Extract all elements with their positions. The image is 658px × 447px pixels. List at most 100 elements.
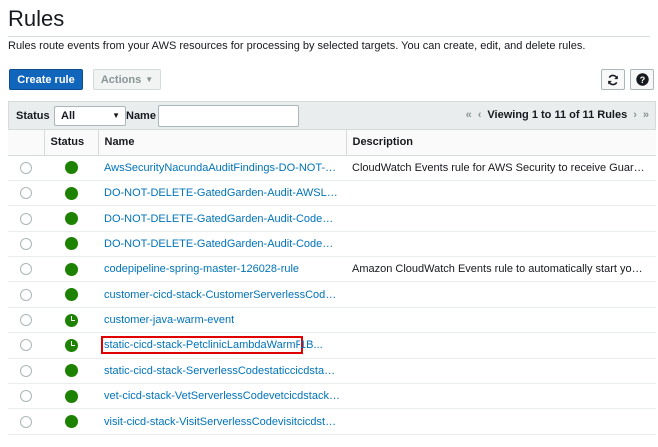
table-row[interactable]: AwsSecurityNacundaAuditFindings-DO-NOT-D… xyxy=(8,155,656,181)
status-cell xyxy=(44,231,98,258)
page-title: Rules xyxy=(8,6,65,31)
actions-dropdown-button[interactable]: Actions ▼ xyxy=(93,69,161,90)
table-row[interactable]: customer-cicd-stack-CustomerServerlessCo… xyxy=(8,281,656,308)
name-cell: vet-cicd-stack-VetServerlessCodevetcicds… xyxy=(98,383,346,410)
row-select-cell xyxy=(8,231,44,258)
filter-bar: Status All ▼ Name « ‹ Viewing 1 to 11 of… xyxy=(8,101,656,130)
enabled-status-icon xyxy=(64,389,78,403)
previous-page-icon[interactable]: ‹ xyxy=(478,109,482,121)
rule-name-link[interactable]: vet-cicd-stack-VetServerlessCodevetcicds… xyxy=(104,390,340,402)
row-radio[interactable] xyxy=(20,314,32,327)
enabled-status-icon xyxy=(64,211,78,225)
enabled-status-icon xyxy=(64,364,78,378)
status-cell xyxy=(44,332,98,359)
status-cell xyxy=(44,358,98,385)
status-filter-select[interactable]: All ▼ xyxy=(54,106,126,126)
status-filter-value: All xyxy=(61,110,76,122)
status-cell xyxy=(44,180,98,207)
refresh-button[interactable] xyxy=(601,69,625,90)
select-column-header xyxy=(8,130,45,156)
next-page-icon[interactable]: › xyxy=(633,109,637,121)
status-cell xyxy=(44,205,98,232)
first-page-icon[interactable]: « xyxy=(466,109,472,121)
status-filter-label: Status xyxy=(16,110,50,122)
pagination: « ‹ Viewing 1 to 11 of 11 Rules › » xyxy=(466,109,649,121)
row-select-cell xyxy=(8,256,44,283)
row-select-cell xyxy=(8,408,44,435)
create-rule-button[interactable]: Create rule xyxy=(9,69,83,90)
table-row[interactable]: static-cicd-stack-PetclinicLambdaWarmRul… xyxy=(8,332,656,359)
rule-name-link[interactable]: AwsSecurityNacundaAuditFindings-DO-NOT-D… xyxy=(104,162,340,174)
enabled-status-icon xyxy=(64,288,78,302)
rule-name-link[interactable]: customer-java-warm-event xyxy=(104,314,234,326)
row-radio[interactable] xyxy=(20,263,32,276)
rule-name-link[interactable]: static-cicd-stack-PetclinicLambdaWarmRul… xyxy=(101,336,303,355)
table-row[interactable]: DO-NOT-DELETE-GatedGarden-Audit-CodeBuil… xyxy=(8,205,656,232)
enabled-status-icon xyxy=(64,262,78,276)
enabled-status-icon xyxy=(64,415,78,429)
help-icon: ? xyxy=(635,73,649,86)
table-row[interactable]: visit-cicd-stack-VisitServerlessCodevisi… xyxy=(8,408,656,435)
description-cell xyxy=(346,281,656,308)
name-filter-label: Name xyxy=(126,110,156,122)
table-row[interactable]: static-cicd-stack-ServerlessCodestaticci… xyxy=(8,358,656,385)
row-select-cell xyxy=(8,307,44,334)
description-column-header[interactable]: Description xyxy=(346,130,656,156)
rule-name-link[interactable]: DO-NOT-DELETE-GatedGarden-Audit-CodeDepl… xyxy=(104,238,340,250)
row-radio[interactable] xyxy=(20,187,32,200)
row-radio[interactable] xyxy=(20,161,32,174)
row-radio[interactable] xyxy=(20,339,32,352)
status-cell xyxy=(44,281,98,308)
description-cell xyxy=(346,383,656,410)
row-radio[interactable] xyxy=(20,288,32,301)
enabled-status-icon xyxy=(64,186,78,200)
rule-name-tail: 1B... xyxy=(300,339,323,352)
name-cell: static-cicd-stack-PetclinicLambdaWarmRul… xyxy=(98,332,346,359)
name-cell: codepipeline-spring-master-126028-rule xyxy=(98,256,346,283)
description-cell xyxy=(346,307,656,334)
row-select-cell xyxy=(8,155,44,181)
row-radio[interactable] xyxy=(20,415,32,428)
help-button[interactable]: ? xyxy=(630,69,654,90)
rule-name-link[interactable]: codepipeline-spring-master-126028-rule xyxy=(104,263,299,275)
row-select-cell xyxy=(8,205,44,232)
row-radio[interactable] xyxy=(20,212,32,225)
row-radio[interactable] xyxy=(20,364,32,377)
description-cell xyxy=(346,358,656,385)
status-cell xyxy=(44,408,98,435)
status-cell xyxy=(44,307,98,334)
pagination-status: Viewing 1 to 11 of 11 Rules xyxy=(487,109,628,121)
name-filter-input[interactable] xyxy=(158,105,299,127)
status-column-header[interactable]: Status xyxy=(44,130,99,156)
description-cell xyxy=(346,205,656,232)
table-row[interactable]: vet-cicd-stack-VetServerlessCodevetcicds… xyxy=(8,383,656,410)
last-page-icon[interactable]: » xyxy=(643,109,649,121)
row-select-cell xyxy=(8,383,44,410)
name-cell: AwsSecurityNacundaAuditFindings-DO-NOT-D… xyxy=(98,155,346,181)
enabled-status-icon xyxy=(64,161,78,175)
description-cell xyxy=(346,231,656,258)
table-row[interactable]: DO-NOT-DELETE-GatedGarden-Audit-CodeDepl… xyxy=(8,231,656,258)
rule-name-link[interactable]: static-cicd-stack-ServerlessCodestaticci… xyxy=(104,365,340,377)
svg-text:?: ? xyxy=(639,75,645,85)
table-row[interactable]: customer-java-warm-event xyxy=(8,307,656,334)
name-cell: DO-NOT-DELETE-GatedGarden-Audit-CodeDepl… xyxy=(98,231,346,258)
row-select-cell xyxy=(8,180,44,207)
rule-name-link[interactable]: DO-NOT-DELETE-GatedGarden-Audit-AWSLambd… xyxy=(104,187,340,199)
table-row[interactable]: DO-NOT-DELETE-GatedGarden-Audit-AWSLambd… xyxy=(8,180,656,207)
description-cell: CloudWatch Events rule for AWS Security … xyxy=(346,155,656,181)
row-radio[interactable] xyxy=(20,390,32,403)
page-description: Rules route events from your AWS resourc… xyxy=(8,40,586,52)
rule-name-link[interactable]: customer-cicd-stack-CustomerServerlessCo… xyxy=(104,289,340,301)
chevron-down-icon: ▼ xyxy=(112,111,120,120)
rule-name-link[interactable]: visit-cicd-stack-VisitServerlessCodevisi… xyxy=(104,416,340,428)
actions-label: Actions xyxy=(100,73,142,86)
row-radio[interactable] xyxy=(20,237,32,250)
status-cell xyxy=(44,256,98,283)
rule-name-link[interactable]: DO-NOT-DELETE-GatedGarden-Audit-CodeBuil… xyxy=(104,213,340,225)
table-row[interactable]: codepipeline-spring-master-126028-rule Am… xyxy=(8,256,656,283)
row-select-cell xyxy=(8,281,44,308)
name-column-header[interactable]: Name xyxy=(98,130,347,156)
status-cell xyxy=(44,155,98,181)
rules-table: Status Name Description AwsSecurityNacun… xyxy=(8,130,656,435)
